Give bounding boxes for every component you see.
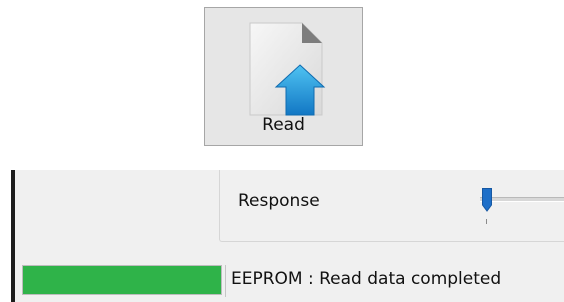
status-message: EEPROM : Read data completed — [231, 269, 502, 289]
progress-bar — [22, 265, 222, 295]
progress-fill — [23, 266, 221, 294]
document-upload-icon — [246, 21, 328, 117]
response-slider-track[interactable] — [480, 197, 564, 202]
read-button-label: Read — [262, 115, 305, 135]
response-slider-thumb[interactable] — [482, 188, 492, 212]
response-slider-tick — [486, 219, 487, 224]
response-label: Response — [238, 191, 320, 211]
status-separator — [225, 265, 226, 297]
read-button[interactable]: Read — [204, 7, 363, 146]
